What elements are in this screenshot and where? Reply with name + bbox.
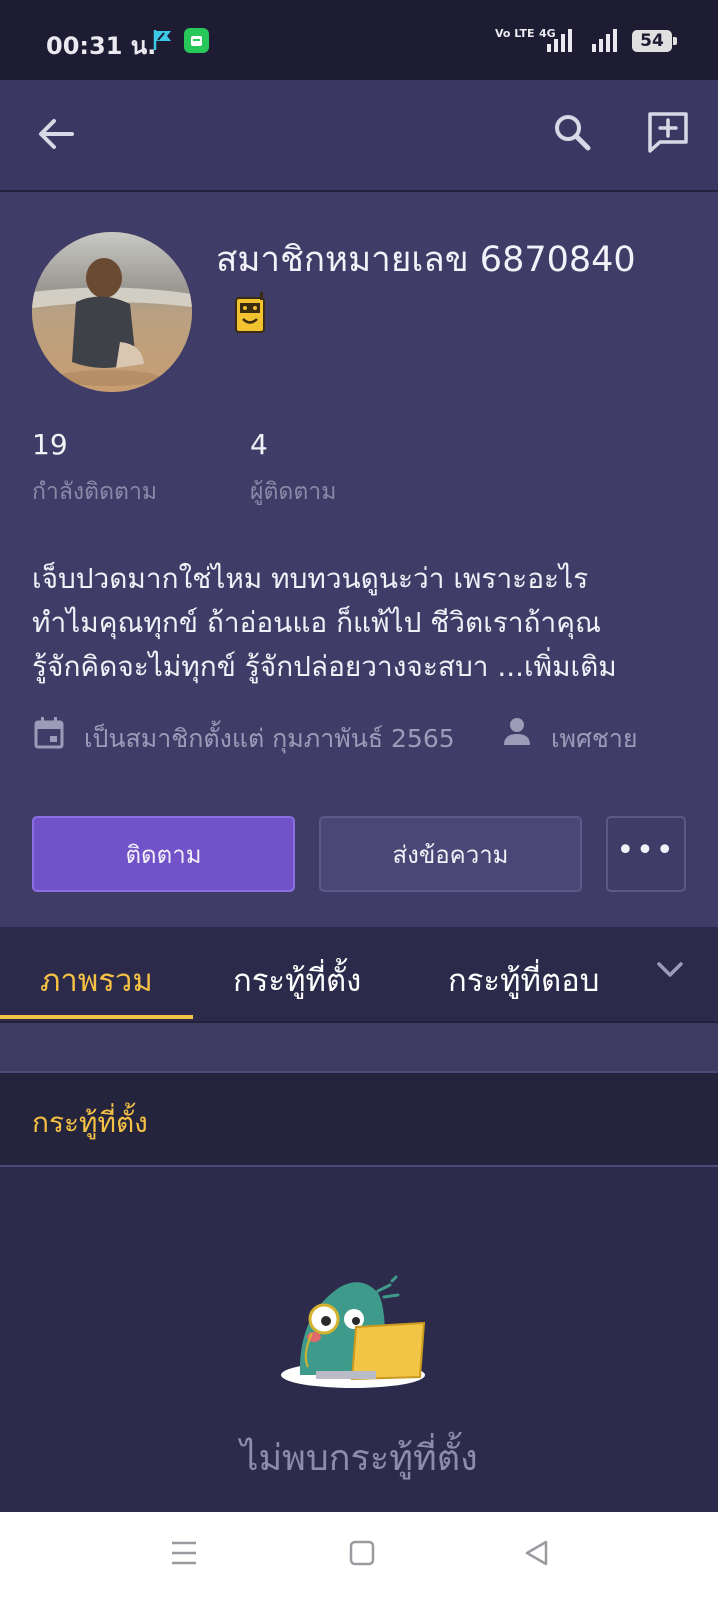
following-label[interactable]: กำลังติดตาม <box>32 474 157 510</box>
profile-bio[interactable]: เจ็บปวดมากใช่ไหม ทบทวนดูนะว่า เพราะอะไร … <box>32 557 692 689</box>
section-header: กระทู้ที่ตั้ง <box>0 1073 718 1167</box>
gender: เพศชาย <box>551 724 638 753</box>
person-icon <box>504 718 530 745</box>
profile-section: สมาชิกหมายเลข 6870840 19 กำลังติดตาม 4 ผ… <box>0 192 718 927</box>
bio-line: รู้จักคิดจะไม่ทุกข์ รู้จักปล่อยวางจะสบา … <box>32 650 617 683</box>
back-arrow-icon[interactable] <box>36 116 76 152</box>
home-icon[interactable] <box>349 1540 375 1566</box>
signal-icon <box>592 29 617 52</box>
volte-indicator: Vo LTE <box>495 27 535 40</box>
tab-posts-created[interactable]: กระทู้ที่ตั้ง <box>233 955 361 1005</box>
empty-posts-illustration <box>281 1275 426 1388</box>
empty-state: ไม่พบกระทู้ที่ตั้ง <box>0 1167 718 1512</box>
profile-tabs: ภาพรวม กระทู้ที่ตั้ง กระทู้ที่ตอบ <box>0 927 718 1023</box>
member-since: เป็นสมาชิกตั้งแต่ กุมภาพันธ์ 2565 <box>84 724 455 753</box>
followers-label[interactable]: ผู้ติดตาม <box>250 474 336 510</box>
search-icon[interactable] <box>552 112 592 152</box>
tab-posts-replied[interactable]: กระทู้ที่ตอบ <box>448 955 599 1005</box>
back-icon[interactable] <box>524 1540 550 1566</box>
flag-notification-icon <box>153 30 171 50</box>
new-post-icon[interactable] <box>646 110 690 154</box>
more-options-button[interactable]: ••• <box>606 816 686 892</box>
signal-4g-icon: 4G <box>539 27 572 52</box>
menu-icon[interactable] <box>170 1540 198 1566</box>
avatar[interactable] <box>32 232 192 392</box>
status-time: 00:31 น. <box>46 32 157 60</box>
section-title: กระทู้ที่ตั้ง <box>32 1106 148 1139</box>
active-tab-indicator <box>0 1015 193 1019</box>
empty-state-text: ไม่พบกระทู้ที่ตั้ง <box>240 1438 478 1479</box>
robot-badge-icon <box>235 292 265 333</box>
svg-text:4G: 4G <box>539 27 556 40</box>
following-count[interactable]: 19 <box>32 428 68 461</box>
app-bar <box>0 80 718 192</box>
system-nav-bar <box>0 1512 718 1599</box>
bio-line: ทำไมคุณทุกข์ ถ้าอ่อนแอ ก็แพ้ไป ชีวิตเราถ… <box>32 606 601 639</box>
chevron-down-icon[interactable] <box>656 961 684 979</box>
followers-count[interactable]: 4 <box>250 428 268 461</box>
calendar-icon <box>34 717 64 749</box>
send-message-button[interactable]: ส่งข้อความ <box>319 816 582 892</box>
tab-overview[interactable]: ภาพรวม <box>40 955 153 1005</box>
bio-line: เจ็บปวดมากใช่ไหม ทบทวนดูนะว่า เพราะอะไร <box>32 562 589 595</box>
battery-indicator: 54 <box>632 30 677 52</box>
status-bar: 00:31 น. Vo LTE 4G 54 <box>0 0 718 80</box>
follow-button[interactable]: ติดตาม <box>32 816 295 892</box>
profile-username: สมาชิกหมายเลข 6870840 <box>216 240 636 280</box>
section-divider <box>0 1023 718 1073</box>
app-notification-icon <box>184 28 209 53</box>
